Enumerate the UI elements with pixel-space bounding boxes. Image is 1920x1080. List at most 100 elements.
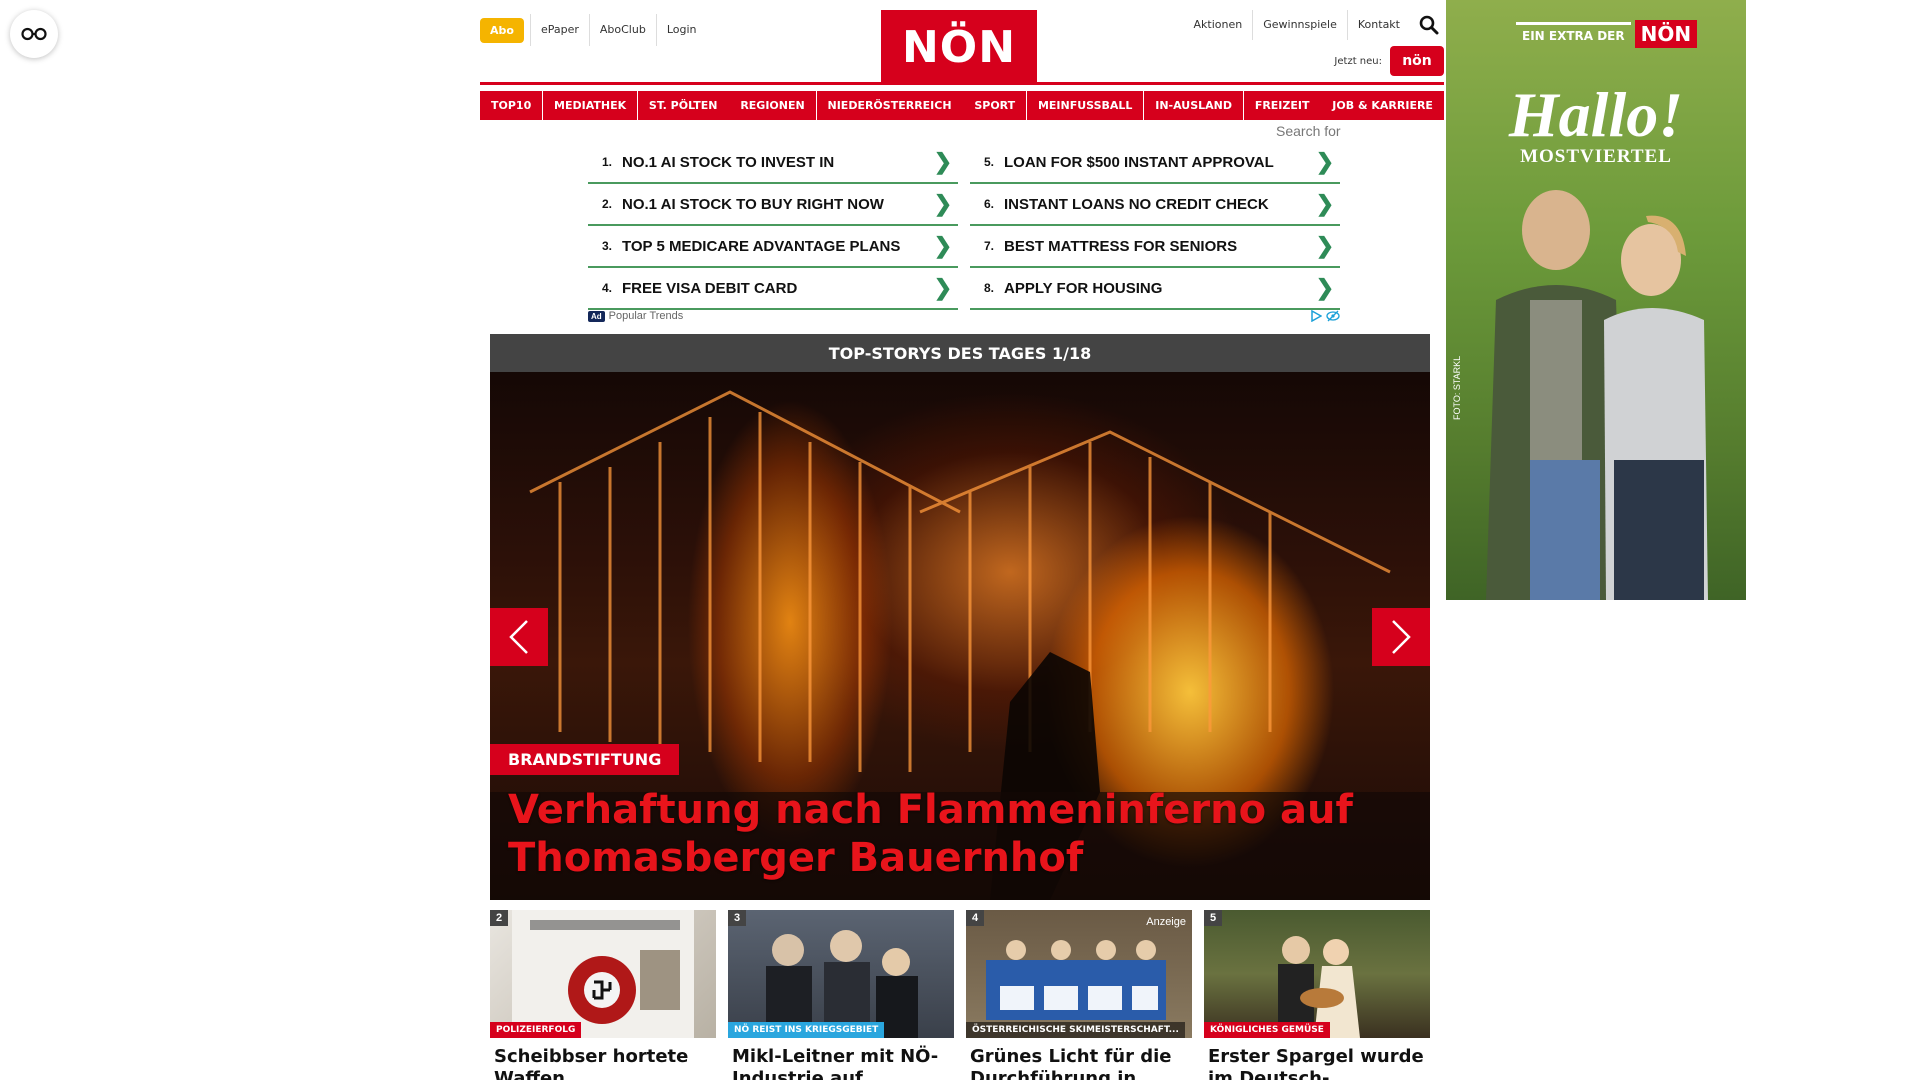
anzeige-label: Anzeige: [1146, 916, 1186, 928]
teaser-rank: 5: [1204, 910, 1223, 926]
nav-item-freizeit[interactable]: FREIZEIT: [1243, 91, 1321, 120]
ad-source-label: Popular Trends: [608, 310, 684, 322]
side-advertisement[interactable]: EIN EXTRA DER NÖN Hallo! MOSTVIERTEL FOT…: [1446, 0, 1746, 600]
nav-item-job-karriere[interactable]: JOB & KARRIERE: [1321, 91, 1444, 120]
side-ad-badge-text: EIN EXTRA DER: [1516, 21, 1631, 47]
utility-nav-right: Aktionen Gewinnspiele Kontakt: [1184, 10, 1444, 40]
story-teaser-row: 2 POLIZEIERFOLG Scheibbser hortete Waffe…: [490, 910, 1430, 1080]
ad-link-row[interactable]: 8. APPLY FOR HOUSING ❯: [970, 268, 1340, 310]
chevron-right-icon: ❯: [1315, 275, 1335, 300]
nav-item-niederoesterreich[interactable]: NIEDERÖSTERREICH: [816, 91, 963, 120]
teaser-headline[interactable]: Scheibbser hortete Waffen, Kriegsmateria…: [490, 1038, 716, 1080]
teaser-headline[interactable]: Erster Spargel wurde im Deutsch-Wagramer: [1204, 1038, 1430, 1080]
epaper-link[interactable]: ePaper: [529, 14, 589, 46]
teaser-kicker: POLIZEIERFOLG: [490, 1022, 582, 1038]
ad-link-row[interactable]: 5. LOAN FOR $500 INSTANT APPROVAL ❯: [970, 142, 1340, 184]
nav-item-st-poelten[interactable]: ST. PÖLTEN: [637, 91, 729, 120]
gewinnspiele-link[interactable]: Gewinnspiele: [1252, 10, 1347, 40]
side-ad-badge: EIN EXTRA DER NÖN: [1516, 20, 1698, 48]
ad-link-text[interactable]: TOP 5 MEDICARE ADVANTAGE PLANS: [622, 238, 928, 255]
ad-link-row[interactable]: 2. NO.1 AI STOCK TO BUY RIGHT NOW ❯: [588, 184, 958, 226]
ad-link-row[interactable]: 3. TOP 5 MEDICARE ADVANTAGE PLANS ❯: [588, 226, 958, 268]
logo-text: NÖN: [901, 21, 1017, 73]
asparagus-photo: [1278, 936, 1360, 1038]
jetzt-neu-label: Jetzt neu:: [1334, 55, 1382, 67]
side-ad-headline: Hallo!: [1508, 79, 1684, 150]
nav-item-regionen[interactable]: REGIONEN: [729, 91, 816, 120]
chevron-right-icon: ❯: [1315, 191, 1335, 216]
header-divider: [480, 82, 1444, 85]
ad-link-text[interactable]: NO.1 AI STOCK TO BUY RIGHT NOW: [622, 196, 928, 213]
kontakt-link[interactable]: Kontakt: [1346, 10, 1410, 40]
side-ad-photo-credit: FOTO: STARKL: [1452, 355, 1462, 420]
teaser-rank: 4: [966, 910, 985, 926]
chevron-right-icon: ❯: [933, 149, 953, 174]
top-story-carousel[interactable]: BRANDSTIFTUNG Verhaftung nach Flammeninf…: [490, 372, 1430, 900]
teaser-image[interactable]: 3 NÖ REIST INS KRIEGSGEBIET: [728, 910, 954, 1038]
teaser-kicker: NÖ REIST INS KRIEGSGEBIET: [728, 1022, 885, 1038]
teaser-image[interactable]: 4 Anzeige ÖSTERREICHISCHE SKIMEISTERSCHA…: [966, 910, 1192, 1038]
chevron-right-icon: ❯: [933, 191, 953, 216]
ad-link-text[interactable]: LOAN FOR $500 INSTANT APPROVAL: [1004, 154, 1310, 171]
ad-link-text[interactable]: FREE VISA DEBIT CARD: [622, 280, 928, 297]
ad-choices[interactable]: [1310, 310, 1340, 322]
chevron-right-icon: ❯: [933, 275, 953, 300]
jetzt-neu: Jetzt neu: nön: [1334, 46, 1444, 76]
weapons-photo: [512, 910, 694, 1038]
nav-item-top10[interactable]: TOP10: [480, 91, 543, 120]
glasses-icon: [21, 27, 47, 41]
abo-button[interactable]: Abo: [480, 17, 524, 43]
carousel-next-button[interactable]: [1372, 608, 1430, 666]
aktionen-link[interactable]: Aktionen: [1184, 10, 1253, 40]
ad-badge: Ad: [588, 310, 605, 322]
hero-headline[interactable]: Verhaftung nach Flammeninferno auf Thoma…: [508, 786, 1388, 882]
ad-link-text[interactable]: NO.1 AI STOCK TO INVEST IN: [622, 154, 928, 171]
teaser-image[interactable]: 5 KÖNIGLICHES GEMÜSE: [1204, 910, 1430, 1038]
nav-item-meinfussball[interactable]: MEINFUSSBALL: [1026, 91, 1144, 120]
story-teaser[interactable]: 2 POLIZEIERFOLG Scheibbser hortete Waffe…: [490, 910, 716, 1080]
ad-link-row[interactable]: 7. BEST MATTRESS FOR SENIORS ❯: [970, 226, 1340, 268]
utility-nav-left: Abo ePaper AboClub Login: [480, 14, 707, 46]
nav-item-mediathek[interactable]: MEDIATHEK: [543, 91, 638, 120]
story-teaser[interactable]: 3 NÖ REIST INS KRIEGSGEBIET Mikl-Leitner…: [728, 910, 954, 1080]
ski-team-photo: [986, 940, 1166, 1020]
ad-number: 5.: [983, 155, 994, 169]
teaser-rank: 3: [728, 910, 747, 926]
ad-link-row[interactable]: 4. FREE VISA DEBIT CARD ❯: [588, 268, 958, 310]
ad-link-text[interactable]: APPLY FOR HOUSING: [1004, 280, 1310, 297]
story-teaser[interactable]: 4 Anzeige ÖSTERREICHISCHE SKIMEISTERSCHA…: [966, 910, 1192, 1080]
chevron-right-icon: [1392, 620, 1411, 654]
teaser-headline[interactable]: Grünes Licht für die Durchführung in: [966, 1038, 1192, 1080]
ad-search-for-label: Search for: [1276, 123, 1341, 139]
search-icon: [1419, 15, 1439, 35]
reader-mode-button[interactable]: [10, 10, 58, 58]
politicians-photo: [766, 930, 918, 1038]
nav-item-in-ausland[interactable]: IN-AUSLAND: [1144, 91, 1244, 120]
ad-number: 1.: [601, 155, 612, 169]
story-teaser[interactable]: 5 KÖNIGLICHES GEMÜSE Erster Spargel wurd…: [1204, 910, 1430, 1080]
site-logo[interactable]: NÖN: [881, 10, 1037, 84]
hero-kicker[interactable]: BRANDSTIFTUNG: [490, 744, 680, 775]
aboclub-link[interactable]: AboClub: [588, 14, 656, 46]
teaser-image[interactable]: 2 POLIZEIERFOLG: [490, 910, 716, 1038]
chevron-right-icon: ❯: [1315, 149, 1335, 174]
ad-number: 8.: [983, 281, 994, 295]
carousel-prev-button[interactable]: [490, 608, 548, 666]
search-button[interactable]: [1414, 10, 1444, 40]
ad-number: 2.: [601, 197, 612, 211]
ad-link-row[interactable]: 6. INSTANT LOANS NO CREDIT CHECK ❯: [970, 184, 1340, 226]
noen-kids-logo[interactable]: nön: [1390, 46, 1444, 76]
nav-item-sport[interactable]: SPORT: [963, 91, 1027, 120]
hide-ad-eye-icon: [1326, 310, 1340, 322]
teaser-kicker: ÖSTERREICHISCHE SKIMEISTERSCHAFT...: [966, 1022, 1185, 1038]
ad-number: 6.: [983, 197, 994, 211]
login-link[interactable]: Login: [655, 14, 707, 46]
site-header: Abo ePaper AboClub Login NÖN Aktionen Ge…: [480, 0, 1444, 84]
chevron-left-icon: [509, 620, 528, 654]
ad-link-row[interactable]: 1. NO.1 AI STOCK TO INVEST IN ❯: [588, 142, 958, 184]
ad-link-text[interactable]: BEST MATTRESS FOR SENIORS: [1004, 238, 1310, 255]
chevron-right-icon: ❯: [1315, 233, 1335, 258]
ad-list-right: 5. LOAN FOR $500 INSTANT APPROVAL ❯ 6. I…: [970, 142, 1340, 310]
ad-link-text[interactable]: INSTANT LOANS NO CREDIT CHECK: [1004, 196, 1310, 213]
teaser-headline[interactable]: Mikl-Leitner mit NÖ-Industrie auf: [728, 1038, 954, 1080]
